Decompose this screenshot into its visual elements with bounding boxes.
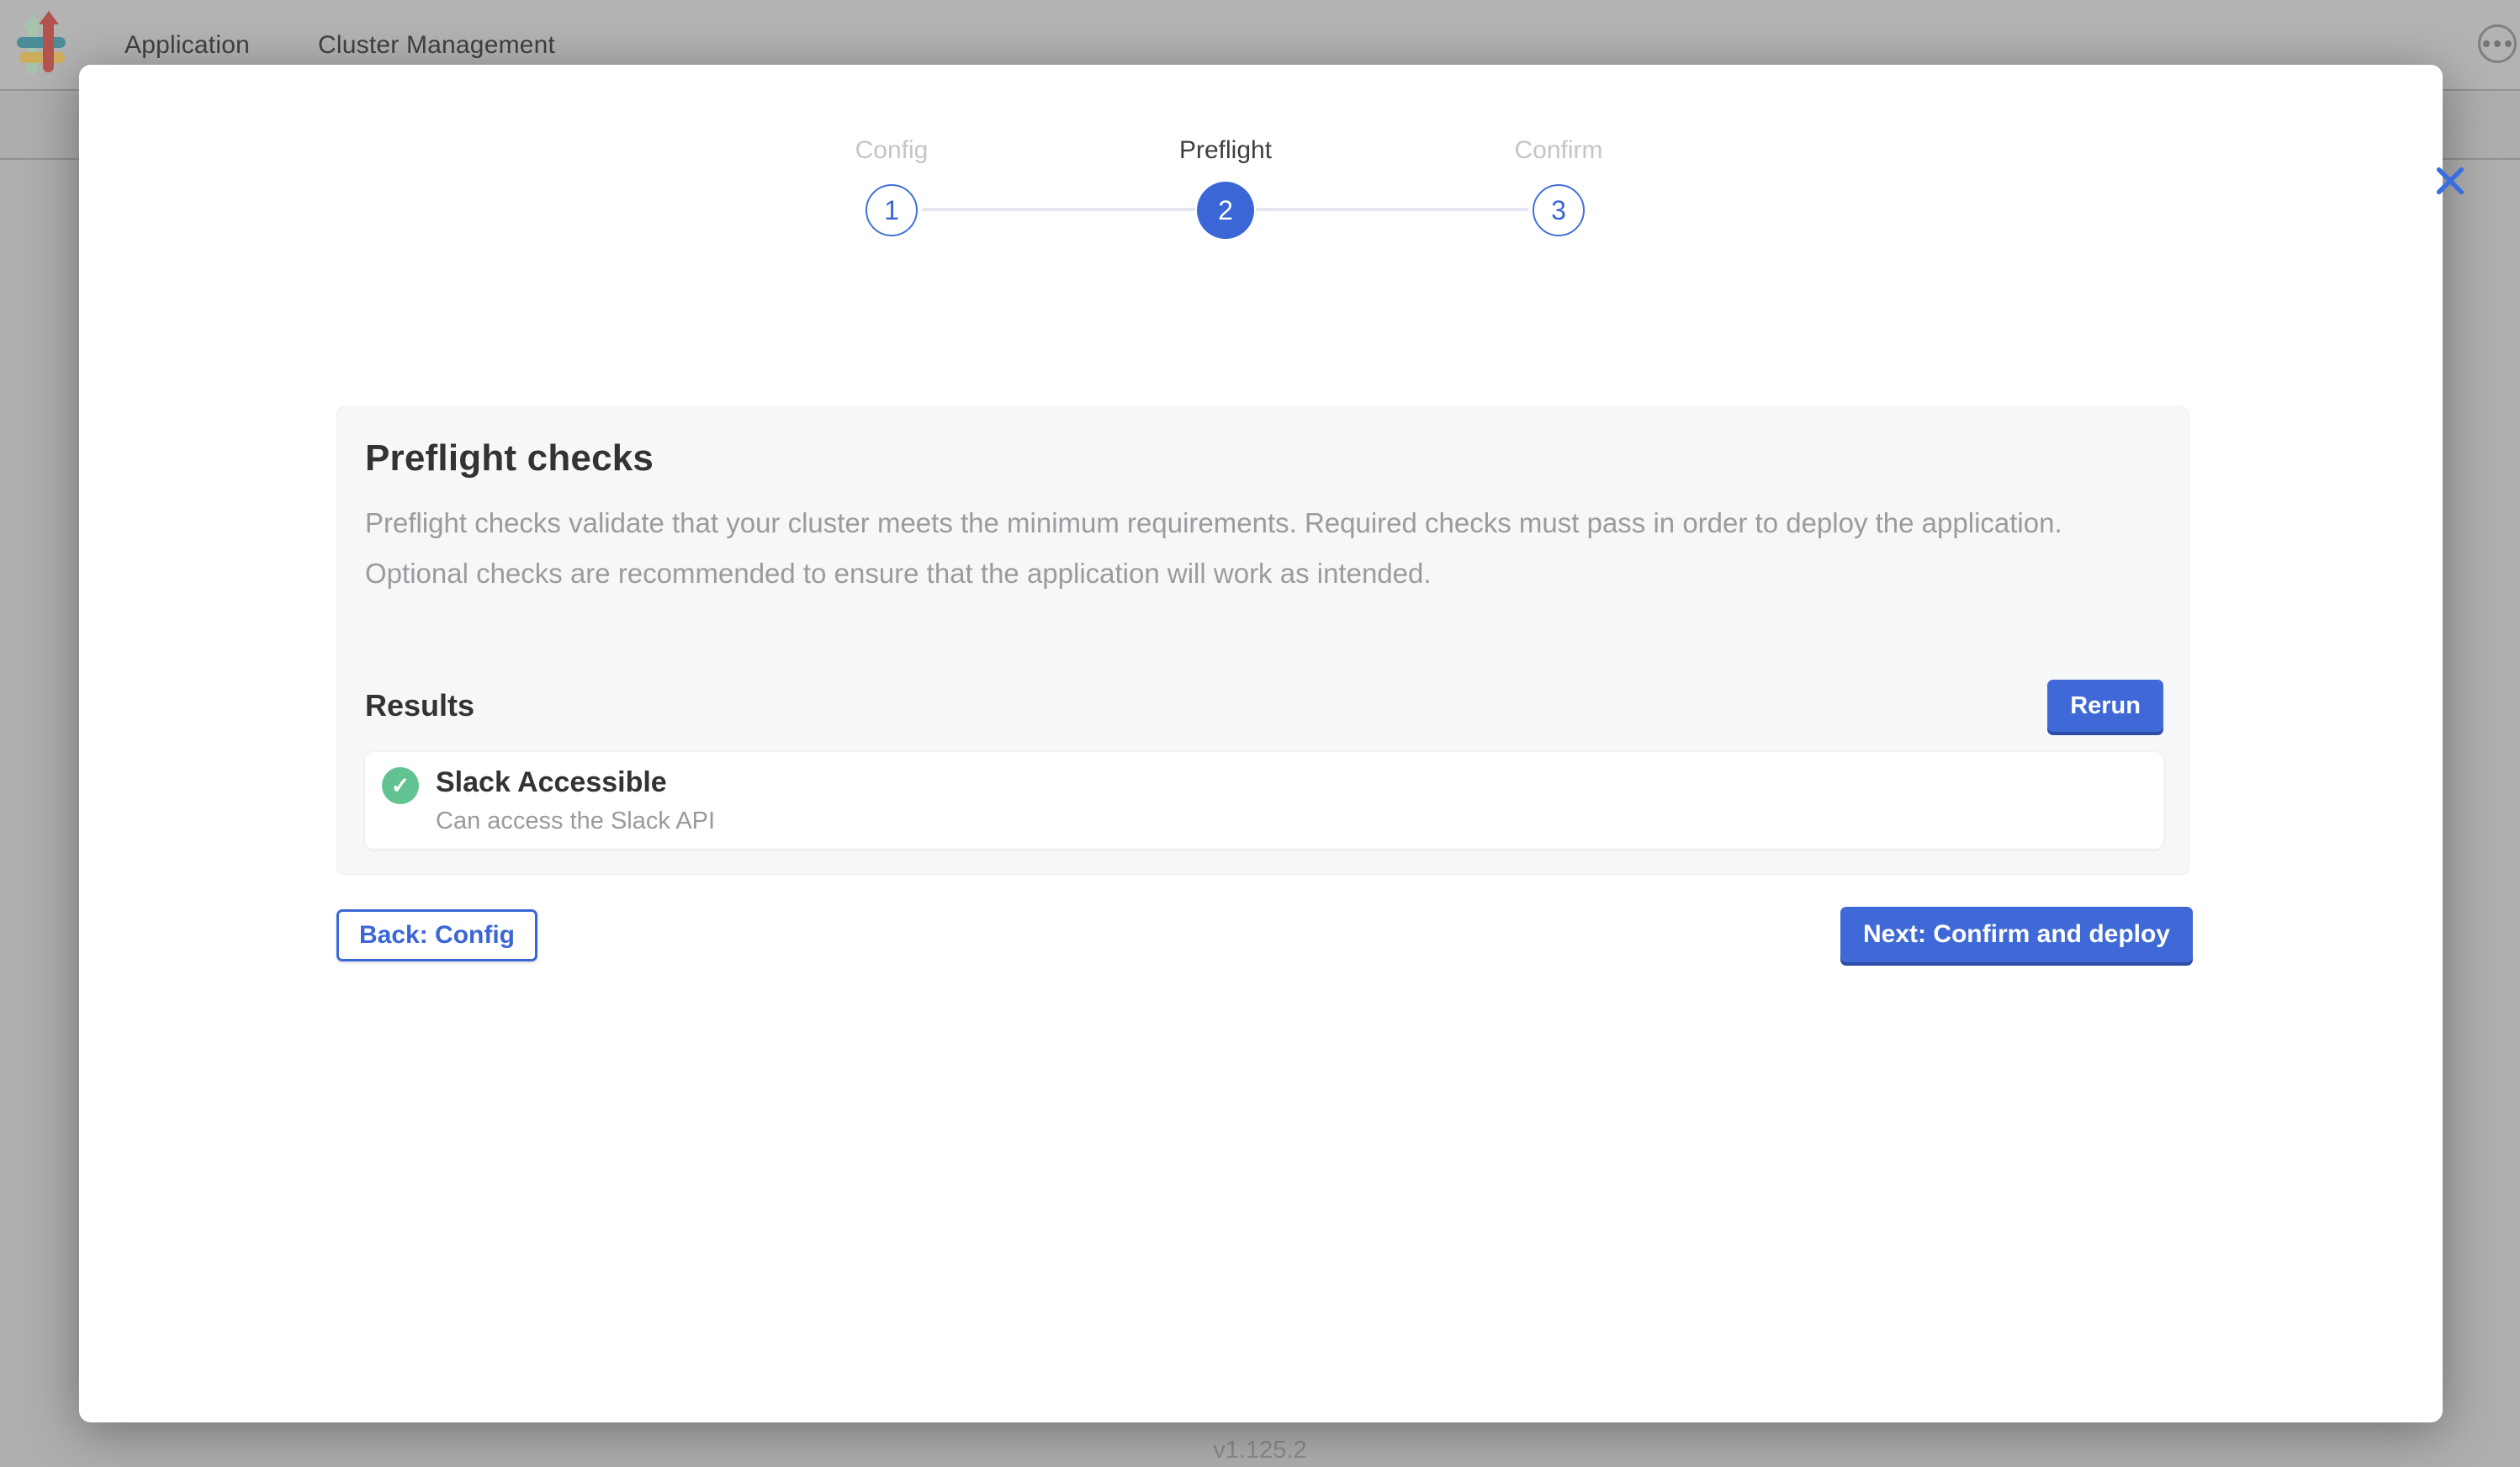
logo-green-arrow <box>27 25 38 74</box>
logo-gold-bar <box>19 52 65 63</box>
back-config-button[interactable]: Back: Config <box>336 909 537 961</box>
logo-teal-bar <box>17 37 66 48</box>
next-confirm-deploy-button[interactable]: Next: Confirm and deploy <box>1840 907 2193 962</box>
step-confirm-label: Confirm <box>1449 135 1668 166</box>
step-confirm-circle[interactable]: 3 <box>1533 184 1585 236</box>
dot <box>2494 40 2501 47</box>
results-header: Results Rerun <box>365 680 2163 732</box>
result-name: Slack Accessible <box>436 765 715 799</box>
panel-description: Preflight checks validate that your clus… <box>365 498 2140 599</box>
step-config-label: Config <box>782 135 1001 166</box>
dot <box>2505 40 2512 47</box>
preflight-panel: Preflight checks Preflight checks valida… <box>336 406 2189 875</box>
step-confirm: Confirm 3 <box>1449 135 1668 236</box>
result-texts: Slack Accessible Can access the Slack AP… <box>436 765 715 835</box>
app-version-label: v1.125.2 <box>0 1437 2520 1464</box>
step-preflight-label: Preflight <box>1116 135 1335 166</box>
preflight-result-row: ✓ Slack Accessible Can access the Slack … <box>365 752 2163 849</box>
dot <box>2483 40 2490 47</box>
app-logo-icon <box>17 13 69 77</box>
close-icon[interactable] <box>2428 159 2472 203</box>
result-detail: Can access the Slack API <box>436 807 715 835</box>
ellipsis-menu-icon[interactable] <box>2478 24 2517 63</box>
results-title: Results <box>365 688 474 723</box>
logo-red-arrow <box>43 22 54 72</box>
logo-red-arrowhead <box>39 11 59 24</box>
step-config-circle[interactable]: 1 <box>866 184 918 236</box>
step-config: Config 1 <box>782 135 1001 236</box>
step-preflight-circle[interactable]: 2 <box>1197 182 1254 239</box>
rerun-button[interactable]: Rerun <box>2047 680 2163 732</box>
preflight-modal: Config 1 Preflight 2 Confirm 3 Preflight… <box>79 65 2443 1422</box>
check-icon: ✓ <box>382 767 419 804</box>
panel-title: Preflight checks <box>365 437 2163 479</box>
step-preflight: Preflight 2 <box>1116 135 1335 239</box>
